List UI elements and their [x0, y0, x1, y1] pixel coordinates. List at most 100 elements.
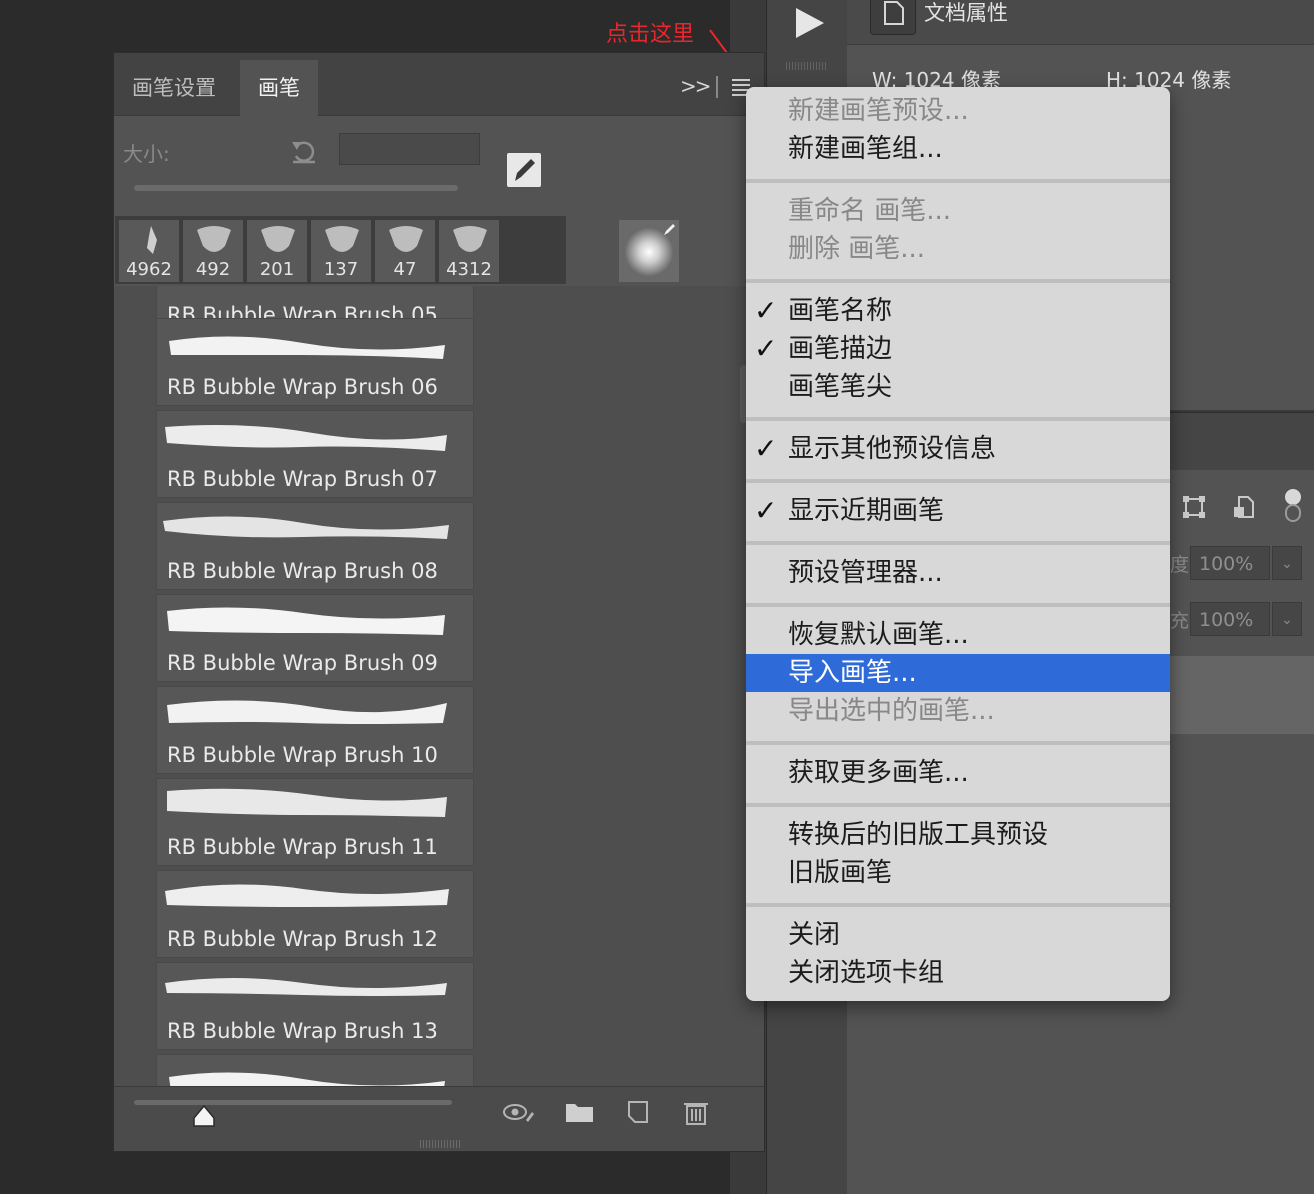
brush-stroke-preview	[167, 700, 447, 724]
checkmark-icon: ✓	[754, 294, 778, 327]
recent-brush-size: 201	[259, 259, 295, 280]
size-slider[interactable]	[134, 185, 458, 191]
menu-item-export-selected[interactable]: 导出选中的画笔...	[746, 692, 1170, 730]
recent-brushes: 4962 492 201 137 47 4312	[115, 216, 679, 284]
folder-icon[interactable]	[563, 1098, 597, 1126]
brush-stroke-preview	[165, 884, 449, 907]
divider	[716, 76, 718, 98]
slider-thumb[interactable]	[192, 1104, 216, 1128]
checkmark-icon: ✓	[754, 332, 778, 365]
fill-control[interactable]: 充: 100% ⌄	[1170, 602, 1302, 638]
brush-name: RB Bubble Wrap Brush 07	[167, 467, 438, 491]
recent-brush[interactable]: 4312	[439, 220, 499, 282]
recent-brush-size: 492	[195, 259, 231, 280]
menu-separator	[746, 803, 1170, 807]
menu-item-brush-name[interactable]: ✓ 画笔名称	[746, 292, 1170, 330]
menu-item-new-brush-preset[interactable]: 新建画笔预设...	[746, 92, 1170, 130]
menu-item-legacy-tool-presets[interactable]: 转换后的旧版工具预设	[746, 816, 1170, 854]
menu-item-show-recent-brushes[interactable]: ✓ 显示近期画笔	[746, 492, 1170, 530]
menu-item-brush-tip[interactable]: 画笔笔尖	[746, 368, 1170, 406]
size-input[interactable]	[339, 133, 480, 165]
menu-separator	[746, 179, 1170, 183]
chevron-down-icon[interactable]: ⌄	[1272, 602, 1302, 636]
menu-item-import-brushes[interactable]: 导入画笔...	[746, 654, 1170, 692]
menu-item-legacy-brushes[interactable]: 旧版画笔	[746, 854, 1170, 892]
list-item[interactable]: RB Bubble Wrap Brush 13	[156, 962, 474, 1050]
brush-stroke-preview	[169, 1072, 445, 1086]
chevron-down-icon[interactable]: ⌄	[1272, 546, 1302, 580]
menu-item-rename-brush[interactable]: 重命名 画笔...	[746, 192, 1170, 230]
new-preset-icon[interactable]	[621, 1098, 655, 1126]
menu-item-close[interactable]: 关闭	[746, 916, 1170, 954]
new-brush-icon[interactable]	[507, 153, 541, 187]
recent-brush[interactable]: 137	[311, 220, 371, 282]
list-item[interactable]: RB Bubble Wrap Brush 10	[156, 686, 474, 774]
menu-item-close-tab-group[interactable]: 关闭选项卡组	[746, 954, 1170, 992]
brush-tip-icon	[325, 226, 359, 252]
menu-item-get-more-brushes[interactable]: 获取更多画笔...	[746, 754, 1170, 792]
list-item[interactable]: RB Bubble Wrap Brush 07	[156, 410, 474, 498]
brush-stroke-preview	[165, 978, 447, 996]
brush-mini-icon	[664, 224, 675, 235]
properties-header	[847, 0, 1314, 45]
menu-separator	[746, 741, 1170, 745]
trash-icon[interactable]	[679, 1098, 713, 1126]
brush-stroke-preview	[163, 516, 449, 539]
list-item[interactable]: RB Bubble Wrap Brush 08	[156, 502, 474, 590]
layer-row[interactable]	[1170, 656, 1314, 734]
list-item[interactable]: RB Bubble Wrap Brush 09	[156, 594, 474, 682]
document-icon	[870, 0, 916, 35]
brush-tip-icon	[261, 226, 295, 252]
brush-tip-icon	[197, 226, 231, 252]
lock-toggle-icon[interactable]	[1282, 488, 1304, 524]
tab-bar: 画笔设置 画笔	[114, 53, 764, 116]
tab-brush[interactable]: 画笔	[240, 60, 318, 116]
menu-item-show-preset-info[interactable]: ✓ 显示其他预设信息	[746, 430, 1170, 468]
menu-item-restore-default[interactable]: 恢复默认画笔...	[746, 616, 1170, 654]
opacity-input[interactable]: 100%	[1190, 546, 1270, 580]
recent-brush[interactable]: 201	[247, 220, 307, 282]
menu-item-delete-brush[interactable]: 删除 画笔...	[746, 230, 1170, 268]
list-item[interactable]: RB Bubble Wrap Brush 11	[156, 778, 474, 866]
list-item[interactable]: RB Bubble Wrap Brush 06	[156, 318, 474, 406]
opacity-control[interactable]: 度: 100% ⌄	[1170, 546, 1302, 582]
play-icon[interactable]	[792, 6, 826, 40]
fill-input[interactable]: 100%	[1190, 602, 1270, 636]
recent-brush-size: 4962	[126, 259, 172, 280]
recent-brush-soft-round[interactable]	[619, 220, 679, 282]
recent-brush[interactable]: 47	[375, 220, 435, 282]
brush-tip-icon	[389, 226, 423, 252]
menu-item-brush-stroke[interactable]: ✓ 画笔描边	[746, 330, 1170, 368]
lock-artboard-icon[interactable]	[1231, 494, 1257, 520]
menu-item-preset-manager[interactable]: 预设管理器...	[746, 554, 1170, 592]
brush-stroke-preview	[165, 425, 447, 451]
menu-separator	[746, 279, 1170, 283]
transform-icon[interactable]	[1181, 494, 1207, 520]
collapse-double-chevron-icon[interactable]: >>	[680, 74, 711, 98]
brush-list: RB Bubble Wrap Brush 05 RB Bubble Wrap B…	[114, 286, 764, 1086]
panel-grip[interactable]	[786, 62, 826, 70]
brush-panel-flyout-menu: 新建画笔预设... 新建画笔组... 重命名 画笔... 删除 画笔... ✓ 画…	[746, 87, 1170, 1001]
thumbnail-size-slider[interactable]	[134, 1100, 452, 1105]
recent-brush[interactable]: 4962	[119, 220, 179, 282]
toggle-visibility-icon[interactable]	[502, 1098, 536, 1126]
list-item[interactable]: RB Bubble Wrap Brush 12	[156, 870, 474, 958]
menu-item-new-brush-group[interactable]: 新建画笔组...	[746, 130, 1170, 168]
brush-tip-icon	[453, 226, 487, 252]
recent-brush-size: 137	[323, 259, 359, 280]
brush-tip-icon	[147, 226, 157, 254]
brush-name: RB Bubble Wrap Brush 11	[167, 835, 438, 859]
size-label: 大小:	[123, 142, 170, 166]
panel-grip[interactable]	[420, 1140, 460, 1148]
menu-separator	[746, 903, 1170, 907]
recent-brush[interactable]: 492	[183, 220, 243, 282]
tab-brush-settings[interactable]: 画笔设置	[114, 60, 234, 116]
menu-separator	[746, 541, 1170, 545]
brush-name: RB Bubble Wrap Brush 09	[167, 651, 438, 675]
reset-icon[interactable]	[289, 136, 319, 166]
menu-separator	[746, 603, 1170, 607]
brush-stroke-preview	[167, 788, 447, 817]
brush-name: RB Bubble Wrap Brush 06	[167, 375, 438, 399]
list-item[interactable]	[156, 1054, 474, 1086]
annotation-click-here: 点击这里	[606, 22, 695, 47]
